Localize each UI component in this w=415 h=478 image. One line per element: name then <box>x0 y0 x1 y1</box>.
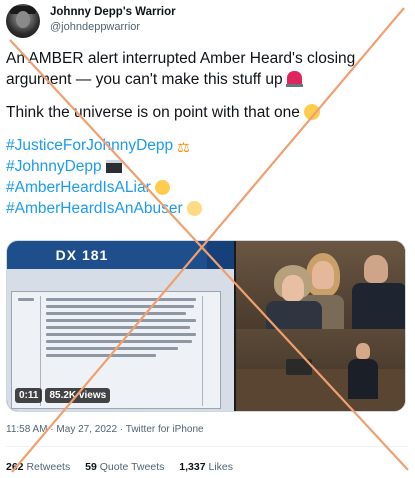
tweet-line-3: Think the universe is on point with that… <box>6 102 406 123</box>
courtroom-video-pane <box>236 241 405 411</box>
video-duration-badge: 0:11 <box>15 388 43 403</box>
hashtag-link[interactable]: #AmberHeardIsAnAbuser <box>6 200 183 217</box>
tweet-line-2-text: argument — you can't make this stuff up <box>6 71 283 88</box>
likes-stat[interactable]: 1,337 Likes <box>179 461 233 473</box>
hashtag-line-1: #JusticeForJohnnyDepp ⚖ <box>6 135 406 156</box>
tweet-timestamp: 11:58 AM · May 27, 2022 · Twitter for iP… <box>6 424 204 435</box>
hashtag-link[interactable]: #JusticeForJohnnyDepp <box>6 137 173 154</box>
scales-icon: ⚖ <box>177 139 190 155</box>
tweet-text: An AMBER alert interrupted Amber Heard's… <box>6 48 406 219</box>
retweets-stat[interactable]: 262 Retweets <box>6 461 70 473</box>
tweet-stats: 262 Retweets 59 Quote Tweets 1,337 Likes <box>6 461 245 473</box>
person-face <box>282 275 304 301</box>
sheet-text-row <box>46 333 196 336</box>
retweets-count: 262 <box>6 461 24 473</box>
clapper-board-icon <box>105 160 122 173</box>
courtroom-upper-frame <box>236 241 405 329</box>
user-handle[interactable]: @johndeppwarrior <box>50 21 140 33</box>
hashtag-link[interactable]: #AmberHeardIsALiar <box>6 179 151 196</box>
tweet-line-2: argument — you can't make this stuff up <box>6 69 406 90</box>
sheet-column-rule <box>202 296 203 406</box>
exhibit-title-bar: DX 181 <box>7 241 234 269</box>
sheet-text-row <box>46 305 194 308</box>
tears-of-joy-icon <box>303 104 320 120</box>
sheet-text-row <box>46 319 196 322</box>
sheet-text-row <box>46 347 178 350</box>
meta-separator: · <box>50 424 54 435</box>
sheet-text-row <box>18 298 34 301</box>
stats-divider <box>6 446 408 447</box>
sheet-text-row <box>46 312 186 315</box>
tweet-line-1: An AMBER alert interrupted Amber Heard's… <box>6 48 406 69</box>
courtroom-monitor <box>286 359 312 375</box>
display-name[interactable]: Johnny Depp's Warrior <box>50 6 176 18</box>
exhibit-title: DX 181 <box>55 247 109 263</box>
person-face <box>356 343 370 359</box>
video-views-badge: 85.2K views <box>45 388 111 403</box>
avatar[interactable] <box>6 4 40 38</box>
avatar-face <box>16 11 30 28</box>
grimace-face-icon <box>186 201 202 216</box>
tweet-line-1-text: An AMBER alert interrupted Amber Heard's… <box>6 50 356 67</box>
tweet-date[interactable]: May 27, 2022 <box>56 424 117 435</box>
sheet-text-row <box>46 326 190 329</box>
sheet-text-row <box>46 354 156 357</box>
person-face <box>312 261 334 289</box>
hashtag-line-2: #JohnnyDepp <box>6 156 406 177</box>
person-face <box>364 255 388 283</box>
tweet-line-3-text: Think the universe is on point with that… <box>6 104 300 121</box>
quote-tweets-stat[interactable]: 59 Quote Tweets <box>85 461 164 473</box>
police-siren-icon <box>285 71 303 87</box>
document-exhibit-pane: DX 181 <box>7 241 234 411</box>
courtroom-lower-frame <box>236 329 405 411</box>
exhibit-tab <box>207 241 234 269</box>
person-clothing <box>352 283 405 329</box>
person-clothing <box>348 359 378 399</box>
video-badges: 0:11 85.2K views <box>15 388 111 403</box>
hashtag-line-4: #AmberHeardIsAnAbuser <box>6 198 406 219</box>
tweet-time[interactable]: 11:58 AM <box>6 424 48 435</box>
courtroom-bench <box>236 369 405 411</box>
person-clothing <box>266 301 322 329</box>
video-player[interactable]: DX 181 0:11 85.2K views <box>6 240 406 412</box>
hashtag-link[interactable]: #JohnnyDepp <box>6 158 102 175</box>
tweet-source[interactable]: Twitter for iPhone <box>126 424 204 435</box>
quote-tweets-count: 59 <box>85 461 97 473</box>
angry-face-icon <box>154 180 170 195</box>
sheet-text-row <box>46 340 192 343</box>
meta-separator: · <box>119 424 124 435</box>
quote-tweets-label: Quote Tweets <box>99 461 165 473</box>
likes-label: Likes <box>208 461 234 473</box>
sheet-text-row <box>46 298 196 301</box>
retweets-label: Retweets <box>26 461 71 473</box>
tweet-header: Johnny Depp's Warrior @johndeppwarrior <box>6 4 406 38</box>
likes-count: 1,337 <box>179 461 206 473</box>
hashtag-line-3: #AmberHeardIsALiar <box>6 177 406 198</box>
